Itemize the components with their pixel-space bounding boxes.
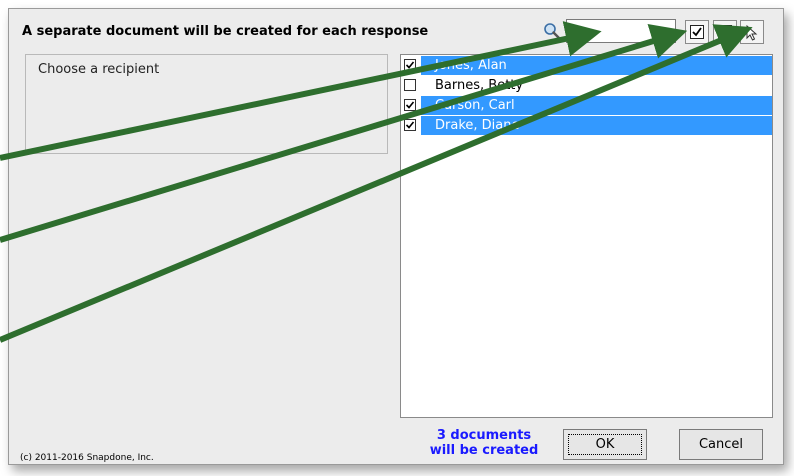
recipient-name: Barnes, Betty: [435, 78, 524, 93]
list-item[interactable]: Barnes, Betty: [401, 76, 772, 95]
recipient-checkbox[interactable]: [404, 79, 416, 91]
dialog-header-message: A separate document will be created for …: [22, 24, 429, 39]
cancel-button[interactable]: Cancel: [679, 429, 763, 460]
list-item[interactable]: Drake, Diane: [401, 116, 772, 135]
document-count-line2: will be created: [429, 443, 539, 458]
copyright-text: (c) 2011-2016 Snapdone, Inc.: [20, 453, 154, 463]
search-icon: [543, 22, 561, 40]
uncheck-all-button[interactable]: [713, 20, 737, 44]
list-item[interactable]: Jones, Alan: [401, 56, 772, 75]
recipient-name: Drake, Diane: [435, 118, 520, 133]
document-count-line1: 3 documents: [436, 428, 532, 443]
recipient-checkbox[interactable]: [404, 59, 416, 71]
recipient-list[interactable]: Jones, Alan Barnes, Betty Carson, Carl D…: [400, 54, 773, 418]
cursor-select-button[interactable]: [740, 20, 764, 44]
recipient-checkbox[interactable]: [404, 119, 416, 131]
recipient-checkbox[interactable]: [404, 99, 416, 111]
recipient-name: Carson, Carl: [435, 98, 515, 113]
document-count-status: 3 documents will be created: [418, 428, 550, 458]
recipient-prompt-panel: Choose a recipient: [25, 54, 388, 154]
cancel-button-label: Cancel: [698, 437, 744, 452]
check-all-button[interactable]: [685, 20, 709, 44]
focus-rectangle: [568, 434, 642, 455]
search-input[interactable]: [566, 19, 676, 43]
recipient-name: Jones, Alan: [435, 58, 507, 73]
list-item[interactable]: Carson, Carl: [401, 96, 772, 115]
ok-button[interactable]: OK: [563, 429, 647, 460]
choose-recipient-label: Choose a recipient: [38, 62, 160, 77]
